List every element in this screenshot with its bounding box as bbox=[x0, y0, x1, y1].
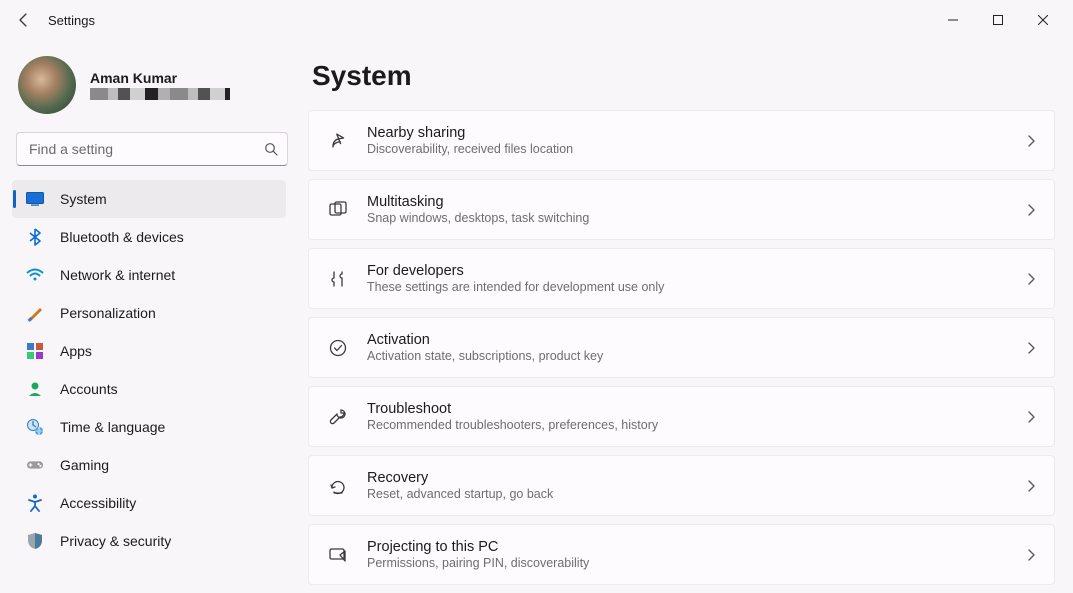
sidebar-item-label: Personalization bbox=[60, 305, 156, 321]
card-developers[interactable]: For developers These settings are intend… bbox=[308, 248, 1055, 309]
sidebar-item-label: Bluetooth & devices bbox=[60, 229, 184, 245]
card-nearby[interactable]: Nearby sharing Discoverability, received… bbox=[308, 110, 1055, 171]
card-title: Activation bbox=[367, 332, 1008, 348]
chevron-right-icon bbox=[1026, 134, 1036, 148]
card-title: Recovery bbox=[367, 470, 1008, 486]
avatar bbox=[18, 56, 76, 114]
sidebar-item-accessibility[interactable]: Accessibility bbox=[12, 484, 286, 522]
card-troubleshoot[interactable]: Troubleshoot Recommended troubleshooters… bbox=[308, 386, 1055, 447]
profile-email-redacted bbox=[90, 88, 230, 100]
windows-icon bbox=[327, 199, 349, 221]
window-title: Settings bbox=[48, 13, 95, 28]
card-subtitle: Snap windows, desktops, task switching bbox=[367, 211, 1008, 225]
sidebar-item-personalization[interactable]: Personalization bbox=[12, 294, 286, 332]
chevron-right-icon bbox=[1026, 203, 1036, 217]
settings-card-list: Nearby sharing Discoverability, received… bbox=[308, 110, 1055, 585]
chevron-right-icon bbox=[1026, 410, 1036, 424]
profile-block[interactable]: Aman Kumar bbox=[12, 50, 292, 128]
chevron-right-icon bbox=[1026, 341, 1036, 355]
card-title: Projecting to this PC bbox=[367, 539, 1008, 555]
shield-icon bbox=[26, 532, 44, 550]
sidebar-item-label: Time & language bbox=[60, 419, 165, 435]
wrench-icon bbox=[327, 406, 349, 428]
card-title: Nearby sharing bbox=[367, 125, 1008, 141]
recovery-icon bbox=[327, 475, 349, 497]
project-icon bbox=[327, 544, 349, 566]
card-recovery[interactable]: Recovery Reset, advanced startup, go bac… bbox=[308, 455, 1055, 516]
close-button[interactable] bbox=[1020, 4, 1065, 36]
sidebar-item-bluetooth[interactable]: Bluetooth & devices bbox=[12, 218, 286, 256]
sidebar-item-label: Network & internet bbox=[60, 267, 175, 283]
sidebar-item-privacy[interactable]: Privacy & security bbox=[12, 522, 286, 560]
card-subtitle: Recommended troubleshooters, preferences… bbox=[367, 418, 1008, 432]
maximize-icon bbox=[993, 15, 1003, 25]
wifi-icon bbox=[26, 266, 44, 284]
main-content: System Nearby sharing Discoverability, r… bbox=[300, 40, 1073, 593]
sidebar-item-label: Accessibility bbox=[60, 495, 136, 511]
sidebar-item-label: Accounts bbox=[60, 381, 118, 397]
check-circle-icon bbox=[327, 337, 349, 359]
titlebar: Settings bbox=[0, 0, 1073, 40]
sidebar-item-label: Privacy & security bbox=[60, 533, 171, 549]
chevron-right-icon bbox=[1026, 479, 1036, 493]
card-multitask[interactable]: Multitasking Snap windows, desktops, tas… bbox=[308, 179, 1055, 240]
apps-icon bbox=[26, 342, 44, 360]
chevron-right-icon bbox=[1026, 272, 1036, 286]
card-activation[interactable]: Activation Activation state, subscriptio… bbox=[308, 317, 1055, 378]
tools-icon bbox=[327, 268, 349, 290]
card-title: Troubleshoot bbox=[367, 401, 1008, 417]
sidebar-item-time[interactable]: Time & language bbox=[12, 408, 286, 446]
sidebar-item-gaming[interactable]: Gaming bbox=[12, 446, 286, 484]
profile-name: Aman Kumar bbox=[90, 70, 230, 86]
bluetooth-icon bbox=[26, 228, 44, 246]
card-title: Multitasking bbox=[367, 194, 1008, 210]
search-input[interactable] bbox=[16, 132, 288, 166]
sidebar-item-label: Apps bbox=[60, 343, 92, 359]
sidebar-item-label: Gaming bbox=[60, 457, 109, 473]
card-subtitle: These settings are intended for developm… bbox=[367, 280, 1008, 294]
search-wrap bbox=[16, 132, 288, 166]
card-projecting[interactable]: Projecting to this PC Permissions, pairi… bbox=[308, 524, 1055, 585]
card-subtitle: Discoverability, received files location bbox=[367, 142, 1008, 156]
minimize-button[interactable] bbox=[930, 4, 975, 36]
card-title: For developers bbox=[367, 263, 1008, 279]
page-title: System bbox=[312, 60, 1055, 92]
nav-list: System Bluetooth & devices Network & inter… bbox=[12, 180, 292, 560]
brush-icon bbox=[26, 304, 44, 322]
sidebar-item-accounts[interactable]: Accounts bbox=[12, 370, 286, 408]
share-icon bbox=[327, 130, 349, 152]
sidebar-item-network[interactable]: Network & internet bbox=[12, 256, 286, 294]
gamepad-icon bbox=[26, 456, 44, 474]
card-subtitle: Reset, advanced startup, go back bbox=[367, 487, 1008, 501]
arrow-left-icon bbox=[16, 12, 32, 28]
sidebar-item-apps[interactable]: Apps bbox=[12, 332, 286, 370]
sidebar: Aman Kumar System Bluetooth & devices Netw… bbox=[0, 40, 300, 593]
sidebar-item-system[interactable]: System bbox=[12, 180, 286, 218]
sidebar-item-label: System bbox=[60, 191, 107, 207]
card-subtitle: Activation state, subscriptions, product… bbox=[367, 349, 1008, 363]
accessibility-icon bbox=[26, 494, 44, 512]
maximize-button[interactable] bbox=[975, 4, 1020, 36]
card-subtitle: Permissions, pairing PIN, discoverabilit… bbox=[367, 556, 1008, 570]
system-icon bbox=[26, 190, 44, 208]
back-button[interactable] bbox=[8, 4, 40, 36]
clock-globe-icon bbox=[26, 418, 44, 436]
search-icon bbox=[264, 142, 278, 156]
person-icon bbox=[26, 380, 44, 398]
close-icon bbox=[1038, 15, 1048, 25]
minimize-icon bbox=[948, 15, 958, 25]
chevron-right-icon bbox=[1026, 548, 1036, 562]
